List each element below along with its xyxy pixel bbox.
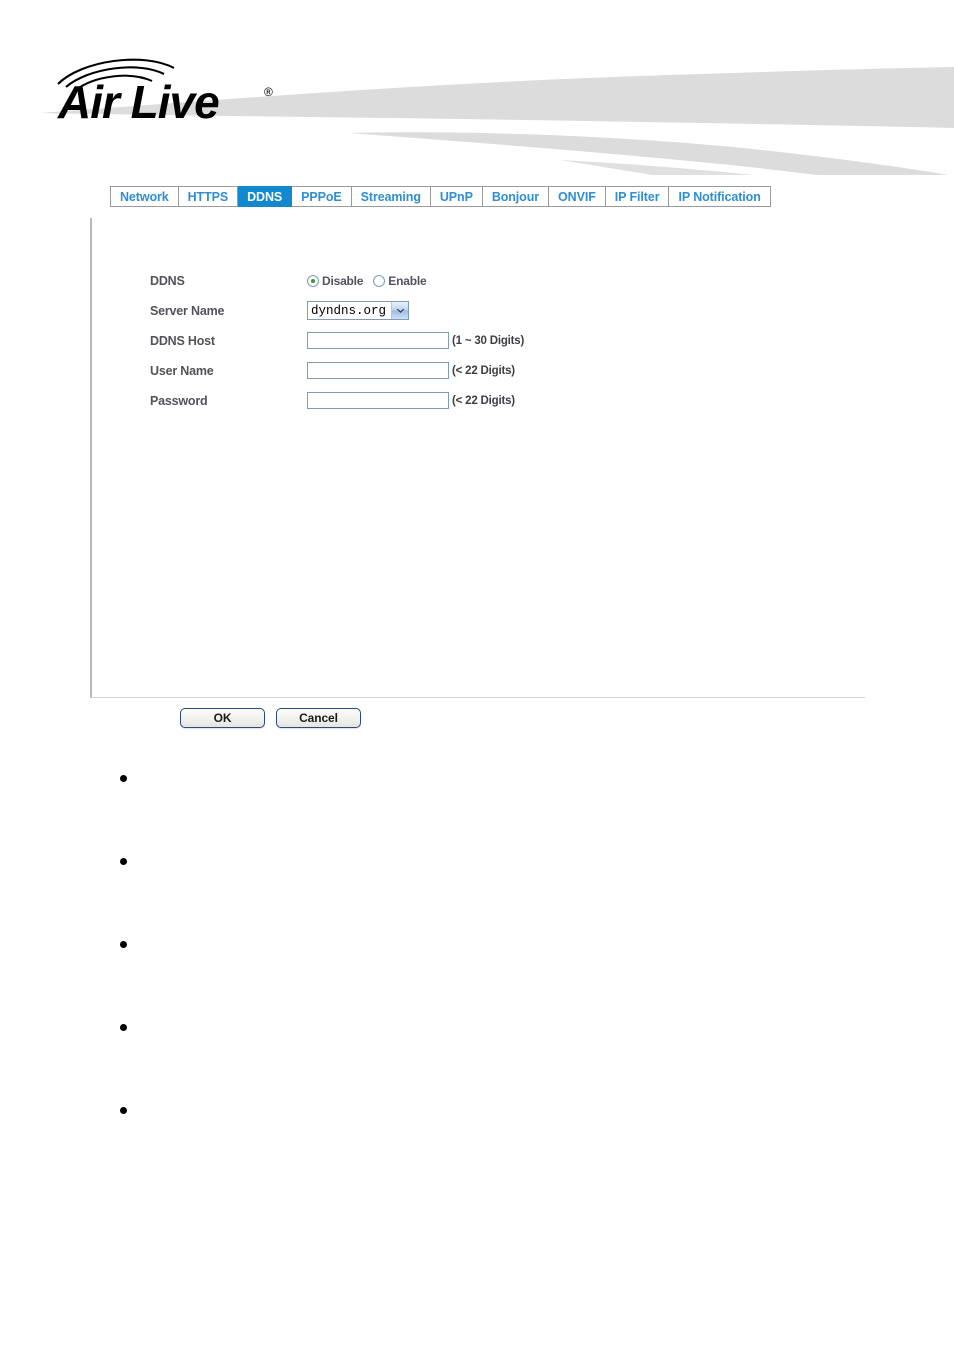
- notes-list: [120, 770, 880, 1185]
- password-label: Password: [150, 393, 208, 408]
- cancel-button[interactable]: Cancel: [276, 708, 361, 728]
- user-name-label: User Name: [150, 363, 214, 378]
- tab-streaming[interactable]: Streaming: [351, 186, 431, 207]
- server-name-label: Server Name: [150, 303, 225, 318]
- ddns-label: DDNS: [150, 273, 185, 288]
- tab-bonjour[interactable]: Bonjour: [482, 186, 550, 207]
- field-row-ddns: DDNS Disable Enable: [150, 266, 524, 295]
- ddns-host-label: DDNS Host: [150, 333, 215, 348]
- ddns-radio-group: Disable Enable: [307, 274, 436, 288]
- ddns-radio-enable-label: Enable: [388, 273, 427, 288]
- svg-text:®: ®: [264, 85, 273, 99]
- tab-https[interactable]: HTTPS: [178, 186, 239, 207]
- list-item: [120, 936, 880, 1019]
- user-name-input[interactable]: [307, 362, 449, 379]
- field-row-ddns-host: DDNS Host (1 ~ 30 Digits): [150, 326, 524, 355]
- ddns-radio-enable[interactable]: Enable: [373, 273, 427, 288]
- password-input[interactable]: [307, 392, 449, 409]
- page-header: Air Live ®: [0, 0, 954, 175]
- bullet-icon: [120, 1107, 127, 1114]
- settings-tabbar: Network HTTPS DDNS PPPoE Streaming UPnP …: [110, 186, 771, 209]
- field-row-server-name: Server Name dyndns.org: [150, 296, 524, 325]
- airlive-logo: Air Live ®: [57, 58, 273, 122]
- server-name-select[interactable]: dyndns.org: [307, 301, 410, 320]
- radio-unselected-icon: [373, 274, 386, 287]
- tab-upnp[interactable]: UPnP: [430, 186, 483, 207]
- tab-ip-notification[interactable]: IP Notification: [669, 186, 771, 207]
- tab-pppoe[interactable]: PPPoE: [292, 186, 352, 207]
- bullet-icon: [120, 941, 127, 948]
- ddns-form: DDNS Disable Enable Server Name dyndns.o…: [150, 266, 524, 416]
- ddns-radio-disable-label: Disable: [322, 273, 364, 288]
- svg-text:Air Live: Air Live: [57, 76, 219, 122]
- ddns-radio-disable[interactable]: Disable: [307, 274, 363, 288]
- form-action-buttons: OK Cancel: [180, 708, 361, 728]
- list-item: [120, 853, 880, 936]
- list-item: [120, 1102, 880, 1185]
- ok-button[interactable]: OK: [180, 708, 265, 728]
- list-item: [120, 1019, 880, 1102]
- server-name-value: dyndns.org: [311, 303, 387, 318]
- password-hint: (< 22 Digits): [452, 394, 515, 407]
- field-row-user-name: User Name (< 22 Digits): [150, 356, 524, 385]
- field-row-password: Password (< 22 Digits): [150, 386, 524, 415]
- tab-ddns[interactable]: DDNS: [238, 186, 293, 207]
- tab-ip-filter[interactable]: IP Filter: [605, 186, 670, 207]
- radio-selected-icon: [307, 274, 319, 287]
- user-name-hint: (< 22 Digits): [452, 364, 515, 377]
- list-item: [120, 770, 880, 853]
- bullet-icon: [120, 1024, 127, 1031]
- bullet-icon: [120, 775, 127, 782]
- ddns-host-input[interactable]: [307, 332, 449, 349]
- bullet-icon: [120, 858, 127, 865]
- tab-onvif[interactable]: ONVIF: [549, 186, 606, 207]
- ddns-host-hint: (1 ~ 30 Digits): [452, 334, 525, 347]
- chevron-down-icon[interactable]: [391, 302, 409, 319]
- tab-network[interactable]: Network: [110, 186, 179, 207]
